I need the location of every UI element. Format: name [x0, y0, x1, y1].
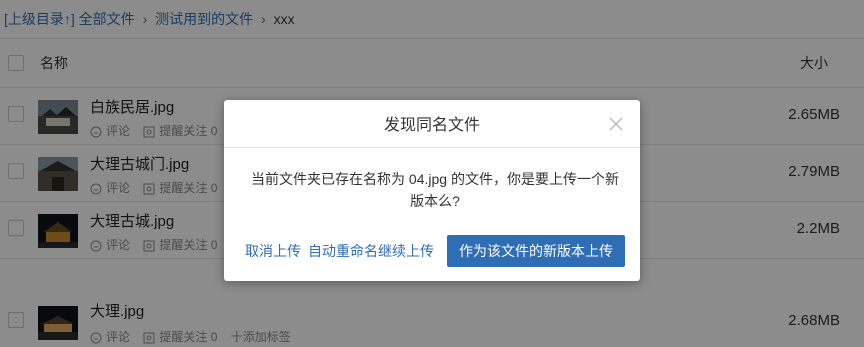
- dialog-message-line1: 当前文件夹已存在名称为 04.jpg 的文件，你是要上传一个新: [251, 171, 619, 187]
- duplicate-file-dialog: 发现同名文件 当前文件夹已存在名称为 04.jpg 的文件，你是要上传一个新 版…: [224, 100, 640, 281]
- auto-rename-button[interactable]: 自动重命名继续上传: [308, 235, 434, 267]
- cancel-upload-button[interactable]: 取消上传: [245, 235, 301, 267]
- dialog-message-line2: 版本么?: [410, 193, 460, 209]
- dialog-actions: 取消上传 自动重命名继续上传 作为该文件的新版本上传: [245, 235, 625, 267]
- close-icon[interactable]: [608, 116, 624, 132]
- dialog-title: 发现同名文件: [224, 100, 640, 148]
- dialog-message: 当前文件夹已存在名称为 04.jpg 的文件，你是要上传一个新 版本么?: [248, 168, 622, 212]
- upload-new-version-button[interactable]: 作为该文件的新版本上传: [447, 235, 625, 267]
- file-manager: [上级目录↑] 全部文件 › 测试用到的文件 › xxx 名称 大小 白族民居.…: [0, 0, 864, 347]
